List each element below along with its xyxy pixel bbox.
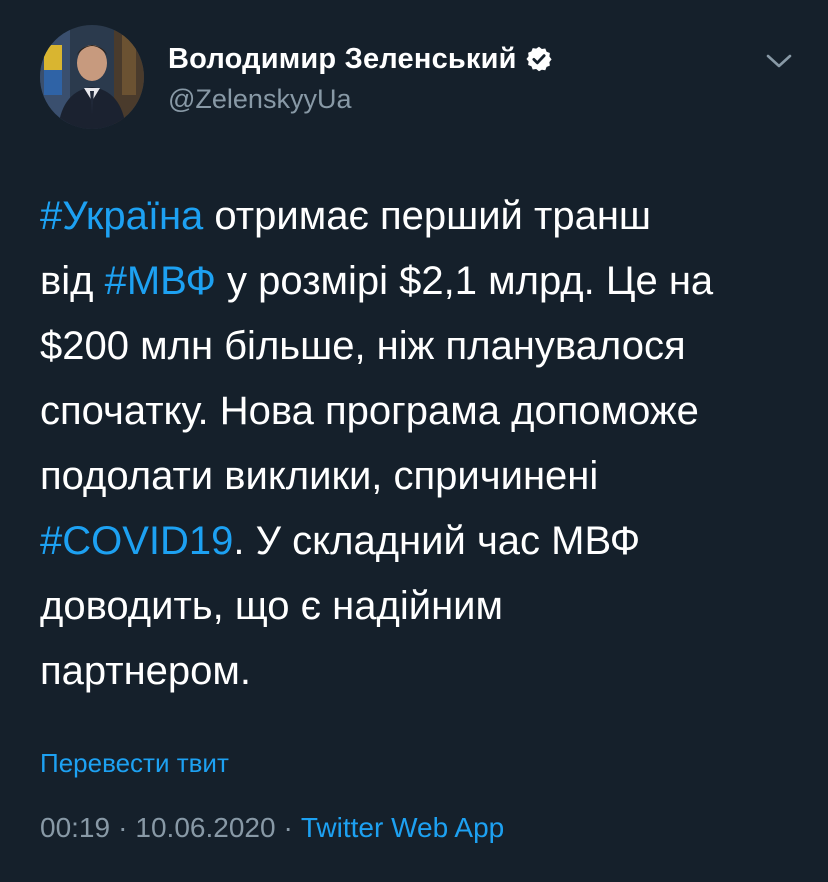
chevron-down-icon[interactable] bbox=[764, 50, 794, 72]
tweet-date[interactable]: 10.06.2020 bbox=[135, 812, 275, 843]
tweet-text-line: від #МВФ у розмірі $2,1 млрд. Це на bbox=[40, 249, 800, 314]
tweet-time[interactable]: 00:19 bbox=[40, 812, 110, 843]
hashtag-link[interactable]: #COVID19 bbox=[40, 519, 233, 563]
author-name-row: Володимир Зеленський bbox=[168, 40, 553, 78]
hashtag-link[interactable]: #МВФ bbox=[105, 259, 216, 303]
tweet-source-link[interactable]: Twitter Web App bbox=[301, 812, 504, 843]
tweet-meta: 00:19 · 10.06.2020 · Twitter Web App bbox=[40, 812, 504, 844]
meta-separator: · bbox=[283, 812, 293, 843]
tweet-text-segment: подолати виклики, спричинені bbox=[40, 454, 599, 498]
tweet-text-segment: партнером. bbox=[40, 649, 252, 693]
tweet-text: #Україна отримає перший транш від #МВФ у … bbox=[40, 184, 800, 704]
tweet-text-line: партнером. bbox=[40, 639, 800, 704]
avatar[interactable] bbox=[40, 25, 144, 129]
translate-tweet-link[interactable]: Перевести твит bbox=[40, 748, 229, 779]
tweet-text-segment: $200 млн більше, ніж планувалося bbox=[40, 324, 686, 368]
tweet-text-segment: доводить, що є надійним bbox=[40, 584, 504, 628]
tweet-text-segment: . У складний час МВФ bbox=[233, 519, 641, 563]
avatar-image bbox=[40, 25, 144, 129]
author-handle[interactable]: @ZelenskyyUa bbox=[168, 84, 553, 115]
tweet-text-line: спочатку. Нова програма допоможе bbox=[40, 379, 800, 444]
author-display-name[interactable]: Володимир Зеленський bbox=[168, 43, 517, 76]
tweet-text-line: подолати виклики, спричинені bbox=[40, 444, 800, 509]
tweet-text-segment: спочатку. Нова програма допоможе bbox=[40, 389, 699, 433]
tweet-text-segment: від bbox=[40, 259, 105, 303]
tweet-text-line: #COVID19. У складний час МВФ bbox=[40, 509, 800, 574]
author-block[interactable]: Володимир Зеленський @ZelenskyyUa bbox=[168, 40, 553, 115]
verified-badge-icon bbox=[526, 46, 552, 72]
tweet-text-line: #Україна отримає перший транш bbox=[40, 184, 800, 249]
tweet-text-line: $200 млн більше, ніж планувалося bbox=[40, 314, 800, 379]
tweet-text-segment: у розмірі $2,1 млрд. Це на bbox=[215, 259, 714, 303]
tweet-text-line: доводить, що є надійним bbox=[40, 574, 800, 639]
tweet-text-segment: отримає перший транш bbox=[203, 194, 652, 238]
hashtag-link[interactable]: #Україна bbox=[40, 194, 203, 238]
tweet-card: Володимир Зеленський @ZelenskyyUa #Украї… bbox=[0, 0, 828, 882]
meta-separator: · bbox=[118, 812, 128, 843]
